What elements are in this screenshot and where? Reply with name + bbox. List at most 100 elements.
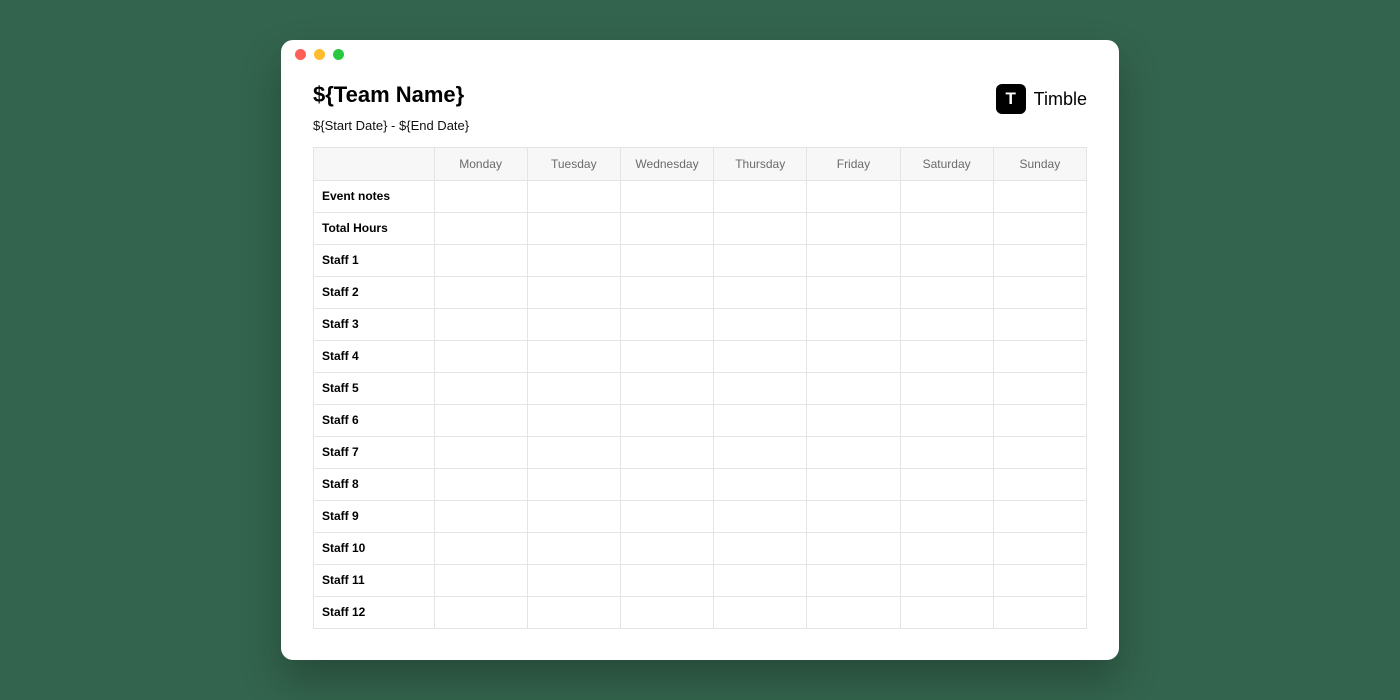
schedule-cell[interactable] <box>620 468 713 500</box>
schedule-cell[interactable] <box>620 500 713 532</box>
schedule-cell[interactable] <box>434 372 527 404</box>
schedule-cell[interactable] <box>714 404 807 436</box>
schedule-cell[interactable] <box>993 404 1086 436</box>
schedule-cell[interactable] <box>993 468 1086 500</box>
schedule-cell[interactable] <box>620 372 713 404</box>
schedule-cell[interactable] <box>900 500 993 532</box>
schedule-cell[interactable] <box>527 180 620 212</box>
schedule-cell[interactable] <box>434 404 527 436</box>
schedule-cell[interactable] <box>714 244 807 276</box>
schedule-cell[interactable] <box>527 468 620 500</box>
schedule-cell[interactable] <box>527 244 620 276</box>
schedule-cell[interactable] <box>714 372 807 404</box>
schedule-cell[interactable] <box>807 340 900 372</box>
schedule-cell[interactable] <box>993 372 1086 404</box>
schedule-cell[interactable] <box>434 212 527 244</box>
schedule-cell[interactable] <box>807 500 900 532</box>
schedule-cell[interactable] <box>900 308 993 340</box>
schedule-cell[interactable] <box>527 340 620 372</box>
schedule-cell[interactable] <box>434 276 527 308</box>
schedule-cell[interactable] <box>434 308 527 340</box>
schedule-cell[interactable] <box>620 212 713 244</box>
schedule-cell[interactable] <box>527 404 620 436</box>
schedule-cell[interactable] <box>714 500 807 532</box>
schedule-cell[interactable] <box>807 212 900 244</box>
schedule-cell[interactable] <box>714 340 807 372</box>
schedule-cell[interactable] <box>620 308 713 340</box>
schedule-cell[interactable] <box>434 532 527 564</box>
schedule-cell[interactable] <box>900 244 993 276</box>
schedule-cell[interactable] <box>714 596 807 628</box>
schedule-cell[interactable] <box>993 308 1086 340</box>
schedule-cell[interactable] <box>527 596 620 628</box>
schedule-cell[interactable] <box>900 436 993 468</box>
schedule-cell[interactable] <box>714 276 807 308</box>
schedule-cell[interactable] <box>993 244 1086 276</box>
schedule-cell[interactable] <box>900 372 993 404</box>
schedule-cell[interactable] <box>620 244 713 276</box>
schedule-cell[interactable] <box>993 340 1086 372</box>
schedule-cell[interactable] <box>620 532 713 564</box>
schedule-cell[interactable] <box>900 532 993 564</box>
maximize-icon[interactable] <box>333 49 344 60</box>
close-icon[interactable] <box>295 49 306 60</box>
schedule-cell[interactable] <box>620 596 713 628</box>
schedule-cell[interactable] <box>527 308 620 340</box>
schedule-cell[interactable] <box>993 180 1086 212</box>
schedule-cell[interactable] <box>620 340 713 372</box>
schedule-cell[interactable] <box>527 436 620 468</box>
minimize-icon[interactable] <box>314 49 325 60</box>
schedule-cell[interactable] <box>714 308 807 340</box>
schedule-cell[interactable] <box>807 596 900 628</box>
schedule-cell[interactable] <box>714 212 807 244</box>
schedule-cell[interactable] <box>900 180 993 212</box>
schedule-cell[interactable] <box>527 212 620 244</box>
schedule-cell[interactable] <box>807 404 900 436</box>
schedule-cell[interactable] <box>714 180 807 212</box>
schedule-cell[interactable] <box>714 564 807 596</box>
schedule-cell[interactable] <box>620 180 713 212</box>
schedule-cell[interactable] <box>807 532 900 564</box>
schedule-cell[interactable] <box>714 468 807 500</box>
schedule-cell[interactable] <box>620 276 713 308</box>
schedule-cell[interactable] <box>527 276 620 308</box>
schedule-cell[interactable] <box>620 436 713 468</box>
schedule-cell[interactable] <box>527 372 620 404</box>
schedule-cell[interactable] <box>900 564 993 596</box>
schedule-cell[interactable] <box>900 468 993 500</box>
schedule-cell[interactable] <box>807 372 900 404</box>
schedule-cell[interactable] <box>807 244 900 276</box>
schedule-cell[interactable] <box>714 436 807 468</box>
schedule-cell[interactable] <box>434 244 527 276</box>
schedule-cell[interactable] <box>620 564 713 596</box>
schedule-cell[interactable] <box>527 564 620 596</box>
schedule-cell[interactable] <box>527 532 620 564</box>
schedule-cell[interactable] <box>434 180 527 212</box>
schedule-cell[interactable] <box>807 436 900 468</box>
schedule-cell[interactable] <box>900 212 993 244</box>
schedule-cell[interactable] <box>993 500 1086 532</box>
schedule-cell[interactable] <box>993 596 1086 628</box>
schedule-cell[interactable] <box>434 564 527 596</box>
schedule-cell[interactable] <box>434 596 527 628</box>
schedule-cell[interactable] <box>527 500 620 532</box>
schedule-cell[interactable] <box>900 596 993 628</box>
schedule-cell[interactable] <box>993 212 1086 244</box>
schedule-cell[interactable] <box>714 532 807 564</box>
schedule-cell[interactable] <box>900 340 993 372</box>
schedule-cell[interactable] <box>434 340 527 372</box>
schedule-cell[interactable] <box>807 276 900 308</box>
schedule-cell[interactable] <box>807 180 900 212</box>
schedule-cell[interactable] <box>993 564 1086 596</box>
schedule-cell[interactable] <box>434 468 527 500</box>
schedule-cell[interactable] <box>993 276 1086 308</box>
schedule-cell[interactable] <box>434 436 527 468</box>
schedule-cell[interactable] <box>620 404 713 436</box>
schedule-cell[interactable] <box>807 564 900 596</box>
schedule-cell[interactable] <box>993 532 1086 564</box>
schedule-cell[interactable] <box>993 436 1086 468</box>
schedule-cell[interactable] <box>900 404 993 436</box>
schedule-cell[interactable] <box>900 276 993 308</box>
schedule-cell[interactable] <box>807 308 900 340</box>
schedule-cell[interactable] <box>807 468 900 500</box>
